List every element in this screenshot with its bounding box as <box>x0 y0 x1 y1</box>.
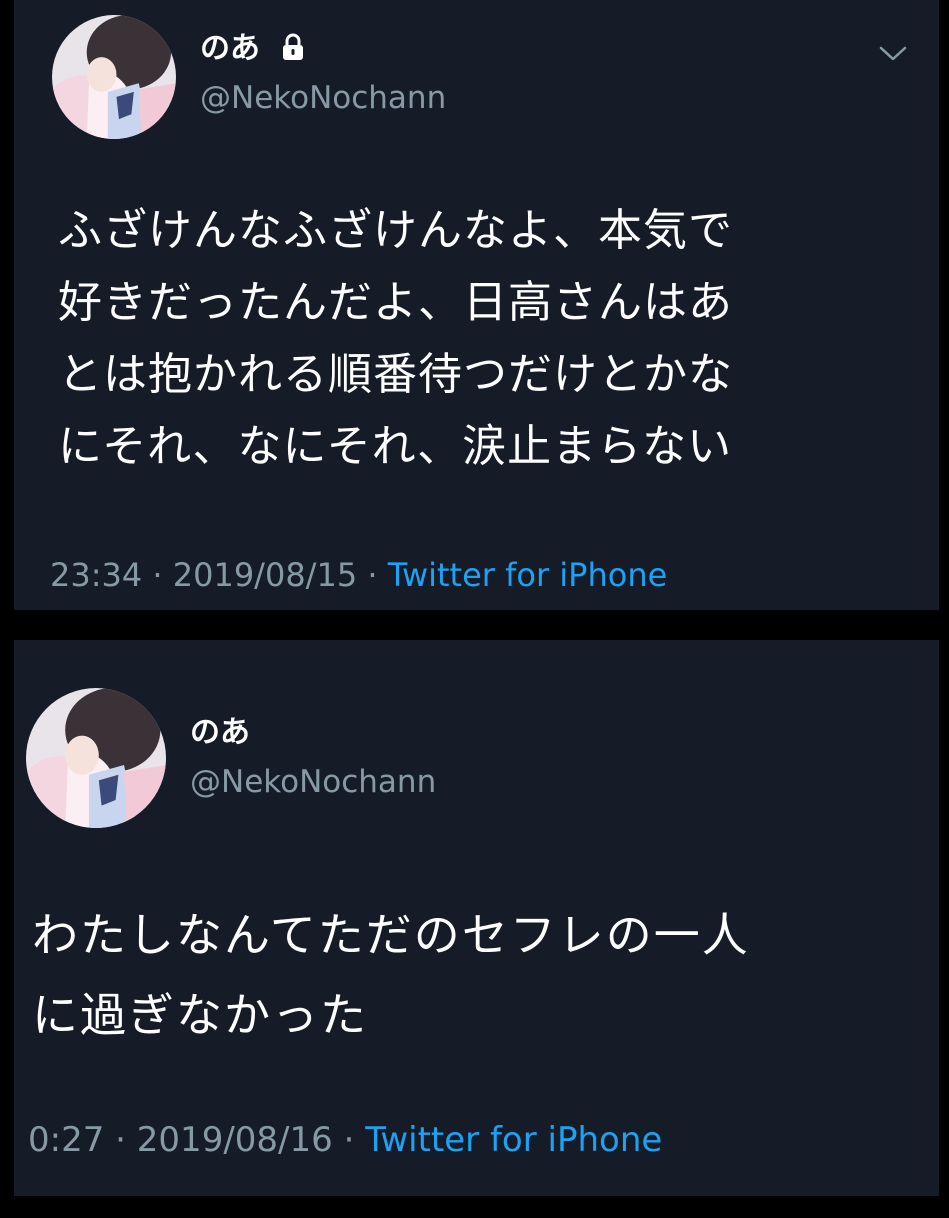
tweet-date[interactable]: 2019/08/16 <box>137 1120 333 1160</box>
display-name-row[interactable]: のあ <box>190 716 250 750</box>
meta-separator: · <box>343 1120 355 1160</box>
display-name[interactable]: のあ <box>190 715 250 750</box>
user-handle[interactable]: @NekoNochann <box>200 80 446 116</box>
tweet-source-link[interactable]: Twitter for iPhone <box>388 556 668 594</box>
tweet-text-line: わたしなんてただのセフレの一人 <box>32 908 750 962</box>
meta-separator: · <box>367 556 378 594</box>
tweet-time[interactable]: 0:27 <box>28 1120 104 1160</box>
avatar[interactable] <box>26 688 166 828</box>
tweet-text-line: とは抱かれる順番待つだけとかな <box>58 349 733 400</box>
tweet-text: わたしなんてただのセフレの一人 に過ぎなかった <box>32 895 750 1055</box>
tweet-text-line: 好きだったんだよ、日高さんはあ <box>58 277 733 328</box>
tweet-text-line: にそれ、なにそれ、涙止まらない <box>58 421 733 472</box>
lock-icon <box>283 33 304 60</box>
tweet-text-line: に過ぎなかった <box>32 988 368 1042</box>
tweet-source-link[interactable]: Twitter for iPhone <box>365 1120 662 1160</box>
meta-separator: · <box>152 556 163 594</box>
avatar[interactable] <box>52 15 176 139</box>
display-name-row[interactable]: のあ <box>200 32 306 66</box>
tweet-metadata: 0:27 · 2019/08/16 · Twitter for iPhone <box>28 1120 662 1160</box>
user-handle[interactable]: @NekoNochann <box>190 764 436 800</box>
tweet-date[interactable]: 2019/08/15 <box>173 556 357 594</box>
tweet-metadata: 23:34 · 2019/08/15 · Twitter for iPhone <box>50 555 667 595</box>
tweet-card[interactable]: のあ @NekoNochann ふざけんなふざけんなよ、本気で 好きだったんだよ… <box>14 0 939 610</box>
chevron-down-icon[interactable] <box>878 44 908 64</box>
tweet-time[interactable]: 23:34 <box>50 556 142 594</box>
display-name[interactable]: のあ <box>200 31 260 66</box>
tweet-card[interactable]: のあ @NekoNochann わたしなんてただのセフレの一人 に過ぎなかった … <box>14 640 939 1196</box>
tweet-text-line: ふざけんなふざけんなよ、本気で <box>58 205 733 256</box>
meta-separator: · <box>115 1120 126 1160</box>
avatar-image <box>52 15 176 139</box>
tweet-text: ふざけんなふざけんなよ、本気で 好きだったんだよ、日高さんはあ とは抱かれる順番… <box>58 195 733 483</box>
avatar-image <box>26 688 166 828</box>
